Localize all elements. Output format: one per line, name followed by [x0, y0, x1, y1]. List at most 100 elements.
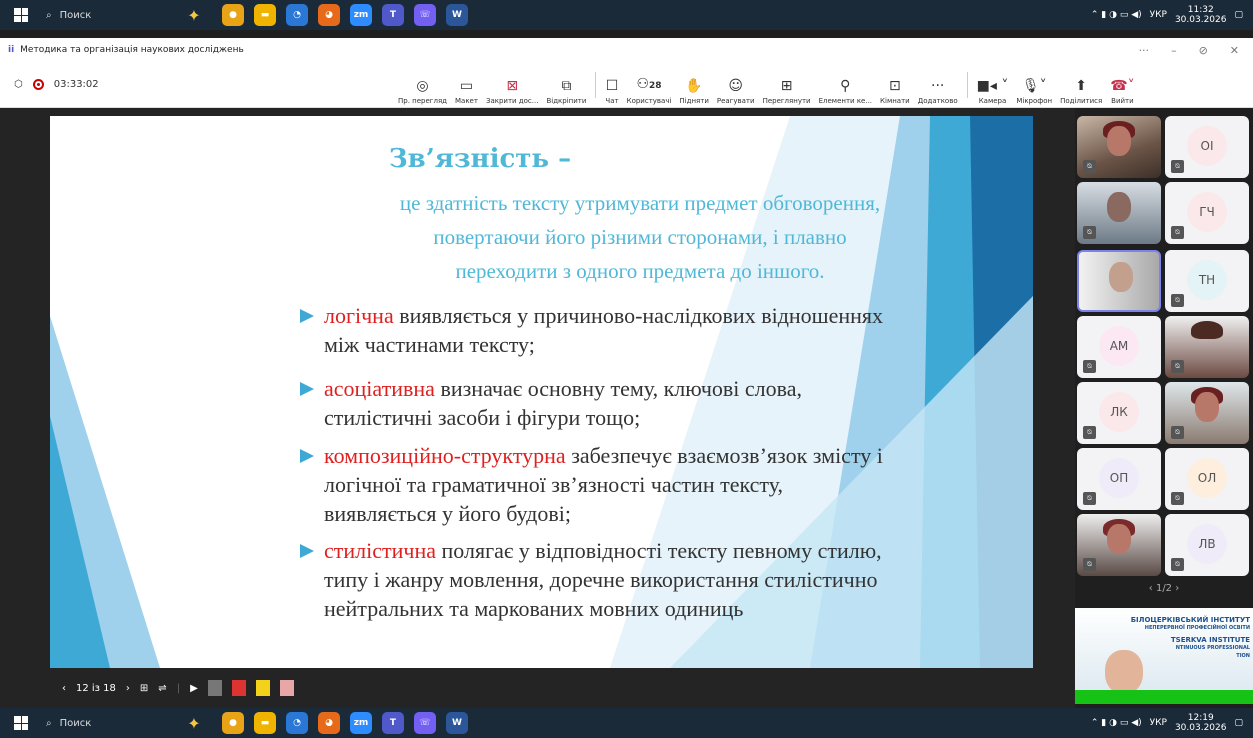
- pink-pen-tool-icon[interactable]: [279, 680, 294, 696]
- rooms-icon: ⊡: [889, 77, 901, 94]
- copilot-icon[interactable]: ✦: [172, 6, 216, 25]
- participant-tile[interactable]: АМ ⍉: [1077, 316, 1161, 378]
- layout-button[interactable]: ▭ Макет: [451, 69, 482, 105]
- copilot-icon[interactable]: ✦: [172, 714, 216, 733]
- pointer-tool-icon[interactable]: ▶: [190, 683, 198, 694]
- teams-icon[interactable]: T: [382, 4, 404, 26]
- shield-icon: ⬡: [14, 79, 23, 90]
- avatar: ОЛ: [1187, 457, 1227, 498]
- controls-icon: ⚲: [840, 77, 851, 94]
- chrome-icon[interactable]: ●: [222, 712, 244, 734]
- restore-button[interactable]: ⊘: [1199, 44, 1208, 57]
- taskbar-search[interactable]: ⌕ Поиск: [42, 10, 172, 21]
- language-indicator[interactable]: УКР: [1150, 718, 1167, 728]
- presenter-face: [1105, 650, 1143, 694]
- explorer-icon[interactable]: ▬: [254, 4, 276, 26]
- mic-off-icon: ⍉: [1083, 426, 1096, 439]
- word-icon[interactable]: W: [446, 712, 468, 734]
- meeting-timer: 03:33:02: [53, 79, 99, 90]
- hand-icon: ✋: [685, 77, 703, 94]
- settings-slider-icon[interactable]: ⇌: [158, 683, 166, 694]
- zoom-icon[interactable]: zm: [350, 712, 372, 734]
- edge-icon[interactable]: ◔: [286, 4, 308, 26]
- language-indicator[interactable]: УКР: [1150, 10, 1167, 20]
- slide-bullet: стилістична полягає у відповідності текс…: [300, 536, 900, 623]
- raise-hand-button[interactable]: ✋ Підняти: [675, 69, 712, 105]
- participant-video-tile[interactable]: ⍉: [1077, 514, 1161, 576]
- participant-video-tile[interactable]: ⍉: [1165, 382, 1249, 444]
- clock[interactable]: 12:19 30.03.2026: [1175, 713, 1227, 733]
- notification-icon[interactable]: ▢: [1234, 718, 1243, 728]
- controls-button[interactable]: ⚲ Елементи ке...: [815, 69, 876, 105]
- react-button[interactable]: ☺ Реагувати: [713, 69, 759, 105]
- more-icon: ···: [931, 77, 945, 94]
- recording-icon: [32, 79, 44, 90]
- slide-bullet: логічна виявляється у причиново-наслідко…: [300, 301, 900, 359]
- participant-video-tile[interactable]: ⍉: [1165, 316, 1249, 378]
- chrome-icon[interactable]: ●: [222, 4, 244, 26]
- tray-icons[interactable]: ⌃ ▮ ◑ ▭ ◀): [1091, 718, 1142, 728]
- start-button[interactable]: [0, 8, 42, 22]
- eye-icon: ◎: [416, 77, 429, 94]
- participant-tile[interactable]: ЛВ ⍉: [1165, 514, 1249, 576]
- eraser-tool-icon[interactable]: [207, 680, 222, 696]
- view-button[interactable]: ⊞ Переглянути: [759, 69, 815, 105]
- close-share-icon: ⊠: [506, 77, 519, 94]
- more-options-icon[interactable]: ···: [1139, 44, 1150, 57]
- presenter-video-tile[interactable]: БІЛОЦЕРКІВСЬКИЙ ІНСТИТУТ НЕПЕРЕРВНОЇ ПРО…: [1075, 608, 1253, 704]
- firefox-icon[interactable]: ◕: [318, 4, 340, 26]
- avatar: АМ: [1099, 325, 1139, 366]
- leave-icon: ☎˅: [1110, 77, 1135, 94]
- unpin-button[interactable]: ⧉ Відкріпити: [542, 69, 590, 105]
- prev-slide-icon[interactable]: ‹: [62, 683, 66, 694]
- firefox-icon[interactable]: ◕: [318, 712, 340, 734]
- avatar: ОП: [1099, 457, 1139, 498]
- edge-icon[interactable]: ◔: [286, 712, 308, 734]
- camera-button[interactable]: ■◂ ˅ Камера: [973, 69, 1013, 105]
- window-title: Методика та організація наукових дослідж…: [20, 45, 244, 55]
- zoom-icon[interactable]: zm: [350, 4, 372, 26]
- start-button[interactable]: [0, 716, 42, 730]
- clock[interactable]: 11:32 30.03.2026: [1175, 5, 1227, 25]
- participant-tile[interactable]: ТН ⍉: [1165, 250, 1249, 312]
- participant-tile[interactable]: ГЧ ⍉: [1165, 182, 1249, 244]
- taskbar-search[interactable]: ⌕ Поиск: [42, 718, 172, 729]
- stop-sharing-button[interactable]: ⊠ Закрити дос...: [482, 69, 543, 105]
- participant-video-tile[interactable]: ⍉: [1077, 182, 1161, 244]
- participant-tile[interactable]: ЛК ⍉: [1077, 382, 1161, 444]
- mic-button[interactable]: 🎙˅ Мікрофон: [1012, 69, 1056, 105]
- camera-icon: ■◂ ˅: [976, 77, 1009, 94]
- shared-content-stage: Зв’язність – це здатність тексту утримув…: [0, 108, 1075, 708]
- participant-tile[interactable]: ОП ⍉: [1077, 448, 1161, 510]
- notification-icon[interactable]: ▢: [1234, 10, 1243, 20]
- next-slide-icon[interactable]: ›: [126, 683, 130, 694]
- teams-icon[interactable]: T: [382, 712, 404, 734]
- chat-button[interactable]: ☐ Чат: [601, 69, 622, 105]
- meeting-toolbar: ⬡ 03:33:02 ◎ Пр. перегляд ▭ Макет ⊠ Закрити…: [0, 62, 1253, 108]
- participant-pager[interactable]: ‹ 1/2 ›: [1075, 583, 1253, 594]
- people-button[interactable]: ⚇28 Користувачі: [623, 69, 676, 105]
- more-button[interactable]: ··· Додатково: [914, 69, 962, 105]
- participant-tile[interactable]: ОІ ⍉: [1165, 116, 1249, 178]
- red-pen-tool-icon[interactable]: [231, 680, 246, 696]
- grid-view-icon[interactable]: ⊞: [140, 683, 148, 694]
- close-button[interactable]: ✕: [1230, 44, 1239, 57]
- word-icon[interactable]: W: [446, 4, 468, 26]
- participant-video-tile[interactable]: ⍉: [1077, 116, 1161, 178]
- participant-tile[interactable]: ОЛ ⍉: [1165, 448, 1249, 510]
- viber-icon[interactable]: ☏: [414, 712, 436, 734]
- rooms-button[interactable]: ⊡ Кімнати: [876, 69, 914, 105]
- viber-icon[interactable]: ☏: [414, 4, 436, 26]
- highlighter-tool-icon[interactable]: [255, 680, 270, 696]
- avatar: ГЧ: [1187, 191, 1227, 232]
- explorer-icon[interactable]: ▬: [254, 712, 276, 734]
- presentation-slide: Зв’язність – це здатність тексту утримув…: [50, 116, 1033, 668]
- search-icon: ⌕: [46, 9, 52, 21]
- minimize-button[interactable]: –: [1171, 44, 1177, 57]
- share-button[interactable]: ⬆ Поділитися: [1056, 69, 1106, 105]
- leave-button[interactable]: ☎˅ Вийти: [1106, 69, 1138, 105]
- preview-button[interactable]: ◎ Пр. перегляд: [394, 69, 451, 105]
- window-titlebar: ii Методика та організація наукових досл…: [0, 38, 1253, 62]
- tray-icons[interactable]: ⌃ ▮ ◑ ▭ ◀): [1091, 10, 1142, 20]
- participant-video-tile-active[interactable]: [1077, 250, 1161, 312]
